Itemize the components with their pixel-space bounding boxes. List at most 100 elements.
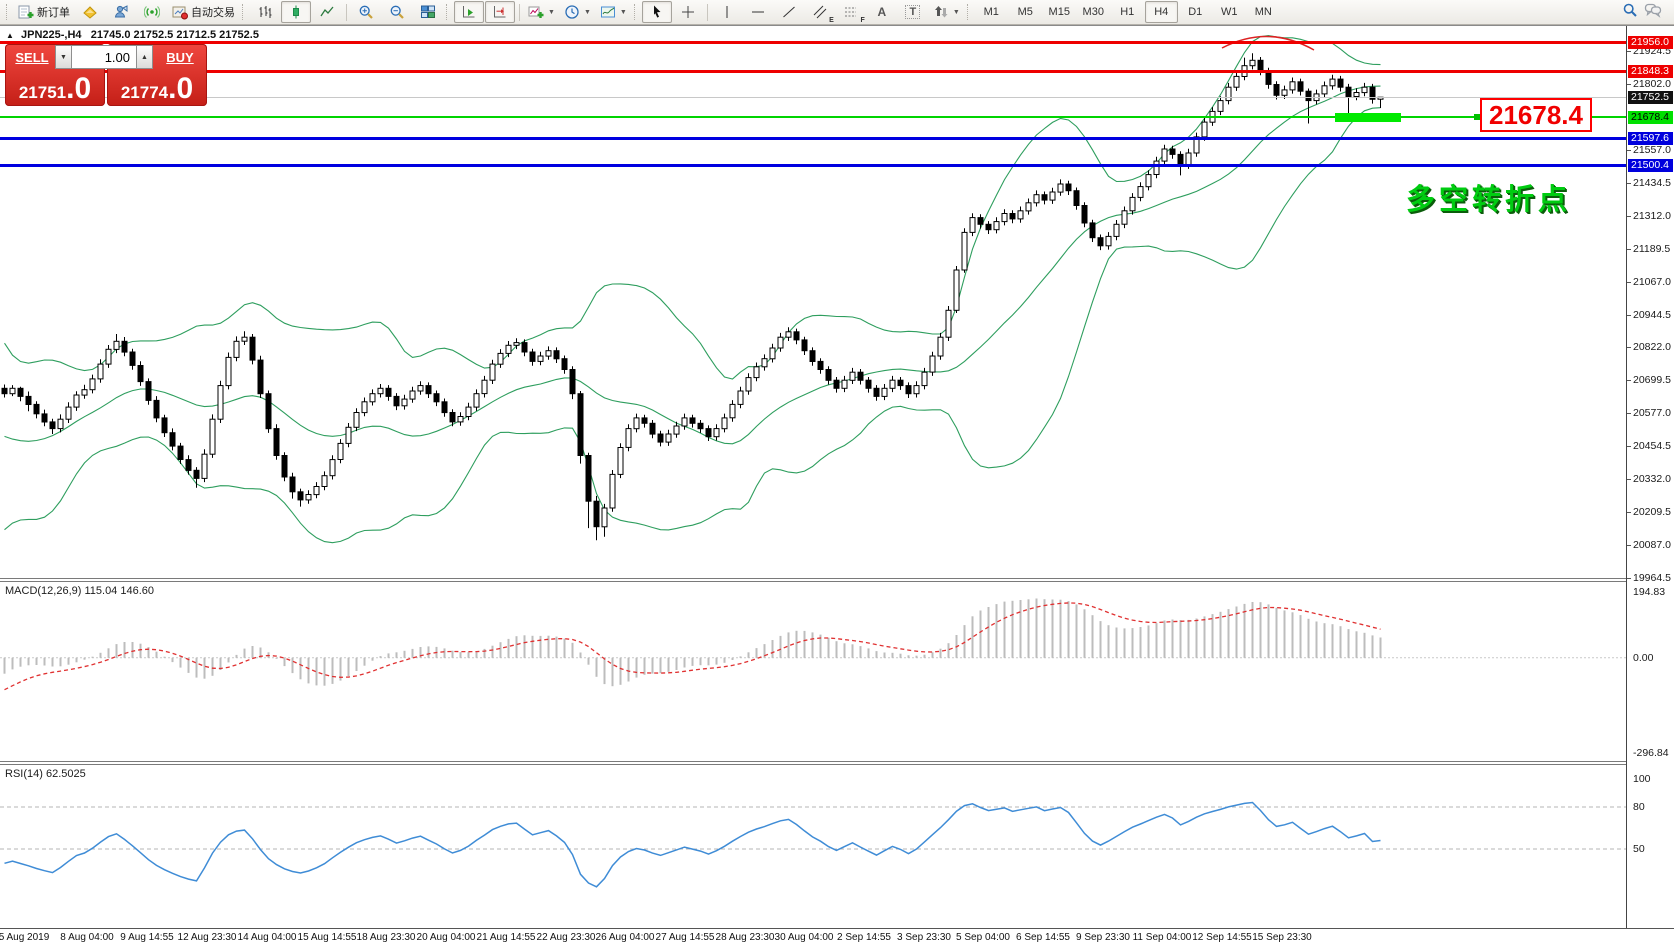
tf-label: D1 <box>1188 6 1203 18</box>
price-tick: 20087.0 <box>1633 539 1671 552</box>
tf-label: M5 <box>1017 6 1033 18</box>
toolbar-grip <box>633 4 639 20</box>
hline-21500.4[interactable] <box>0 163 1626 167</box>
axis-tick-mark <box>1627 281 1631 283</box>
tab-h4[interactable]: H4 <box>1144 1 1178 23</box>
price-badge: 21597.6 <box>1628 132 1673 146</box>
date-label: 11 Sep 04:00 <box>1132 932 1192 943</box>
pivot-price-callout[interactable]: 21678.4 <box>1480 98 1592 132</box>
trendline-button[interactable] <box>774 1 804 23</box>
tile-windows-button[interactable] <box>413 1 443 23</box>
line-chart-button[interactable] <box>312 1 342 23</box>
buy-label[interactable]: BUY <box>155 50 205 65</box>
zoom-out-icon <box>389 4 405 20</box>
chat-icon[interactable] <box>1644 2 1662 23</box>
auto-scroll-button[interactable] <box>454 1 484 23</box>
fibonacci-icon <box>843 4 859 20</box>
vertical-line-button[interactable] <box>712 1 742 23</box>
bar-chart-icon <box>257 4 273 20</box>
rsi-pane[interactable]: RSI(14) 62.5025 <box>0 765 1626 928</box>
price-tick: 20332.0 <box>1633 473 1671 486</box>
fibonacci-letter: F <box>860 17 865 24</box>
sell-price[interactable]: 21751.0 <box>5 74 105 104</box>
volume-increase-button[interactable]: ▲ <box>136 45 153 69</box>
tf-label: W1 <box>1221 6 1238 18</box>
price-tick: 20822.0 <box>1633 341 1671 354</box>
date-axis[interactable]: 5 Aug 2019 8 Aug 04:00 9 Aug 14:55 12 Aug 2… <box>0 930 1674 947</box>
volume-input[interactable]: 1.00 <box>72 45 136 69</box>
chevron-down-icon: ▼ <box>548 8 555 16</box>
new-order-icon <box>18 4 34 20</box>
price-tick: 21557.0 <box>1633 143 1671 156</box>
tab-mn[interactable]: MN <box>1247 1 1280 23</box>
arrows-icon <box>933 4 949 20</box>
date-label: 15 Sep 23:30 <box>1252 932 1312 943</box>
axis-tick-mark <box>1627 314 1631 316</box>
crosshair-icon <box>680 4 696 20</box>
price-tick: 20209.5 <box>1633 506 1671 519</box>
horizontal-line-button[interactable] <box>743 1 773 23</box>
green-zone-rect[interactable] <box>1335 112 1401 122</box>
symbol-period-label: JPN225-,H4 <box>20 29 82 41</box>
rsi-axis-label: 80 <box>1633 801 1645 813</box>
date-label: 26 Aug 04:00 <box>595 932 655 943</box>
periods-button[interactable]: ▼ <box>560 1 595 23</box>
price-tick: 20699.5 <box>1633 374 1671 387</box>
tab-m15[interactable]: M15 <box>1043 1 1076 23</box>
new-order-button[interactable]: 新订单 <box>14 1 74 23</box>
macd-pane[interactable]: MACD(12,26,9) 115.04 146.60 <box>0 582 1626 761</box>
tf-label: H1 <box>1120 6 1135 18</box>
hline-21848.3[interactable] <box>0 70 1626 73</box>
indicators-button[interactable]: ▼ <box>524 1 559 23</box>
chart-shift-button[interactable] <box>485 1 515 23</box>
ohlc-values: 21745.0 21752.5 21712.5 21752.5 <box>90 29 259 41</box>
tab-d1[interactable]: D1 <box>1179 1 1212 23</box>
tab-h1[interactable]: H1 <box>1111 1 1144 23</box>
profiles-button[interactable] <box>106 1 136 23</box>
templates-button[interactable]: ▼ <box>596 1 631 23</box>
text-tool-button[interactable]: A <box>867 1 897 23</box>
zoom-out-button[interactable] <box>382 1 412 23</box>
search-icon[interactable] <box>1622 2 1638 23</box>
text-label-button[interactable]: T <box>898 1 928 23</box>
buy-price[interactable]: 21774.0 <box>107 74 207 104</box>
date-label: 22 Aug 23:30 <box>536 932 596 943</box>
macd-axis-max: 194.83 <box>1633 586 1666 598</box>
horizontal-line-icon <box>750 4 766 20</box>
price-badge: 21848.3 <box>1628 65 1673 78</box>
fibonacci-button[interactable]: F <box>836 1 866 24</box>
tab-w1[interactable]: W1 <box>1213 1 1246 23</box>
crosshair-button[interactable] <box>673 1 703 23</box>
pivot-annotation-text[interactable]: 多空转折点 <box>1406 176 1571 218</box>
autotrading-button[interactable]: 自动交易 <box>168 1 239 23</box>
text-label-icon: T <box>905 5 921 19</box>
collapse-panel-icon[interactable]: ▲ <box>6 31 14 40</box>
volume-decrease-button[interactable]: ▼ <box>55 45 72 69</box>
hline-21956[interactable] <box>0 41 1626 44</box>
zoom-in-button[interactable] <box>351 1 381 23</box>
hline-21597.6[interactable] <box>0 137 1626 141</box>
date-label: 15 Aug 14:55 <box>297 932 357 943</box>
equidistant-channel-button[interactable]: E <box>805 1 835 24</box>
date-label: 2 Sep 14:55 <box>837 932 891 943</box>
macd-layer <box>0 598 1626 691</box>
axis-tick-mark <box>1627 380 1631 382</box>
price-axis[interactable]: 21924.5 21802.0 21557.0 21434.5 21312.0 21189… <box>1626 26 1674 928</box>
tab-m30[interactable]: M30 <box>1077 1 1110 23</box>
mt4-terminal: 新订单 自动交易 ▼ ▼ ▼ E F A T ▼ M1 M5 M15 M30 H… <box>0 0 1674 947</box>
arrows-button[interactable]: ▼ <box>929 1 964 23</box>
tab-m1[interactable]: M1 <box>975 1 1008 23</box>
cursor-button[interactable] <box>641 1 672 23</box>
macd-axis-min: -296.84 <box>1633 747 1669 759</box>
sell-label[interactable]: SELL <box>7 50 57 65</box>
price-pane[interactable]: ▲ JPN225-,H4 21745.0 21752.5 21712.5 217… <box>0 26 1626 578</box>
zoom-in-icon <box>358 4 374 20</box>
hline-21752.5[interactable] <box>0 96 1626 98</box>
candlestick-chart-button[interactable] <box>281 1 311 23</box>
market-watch-button[interactable] <box>75 1 105 23</box>
bar-chart-button[interactable] <box>250 1 280 23</box>
signals-button[interactable] <box>137 1 167 23</box>
tab-m5[interactable]: M5 <box>1009 1 1042 23</box>
cursor-icon <box>649 4 665 20</box>
axis-tick-mark <box>1627 248 1631 250</box>
